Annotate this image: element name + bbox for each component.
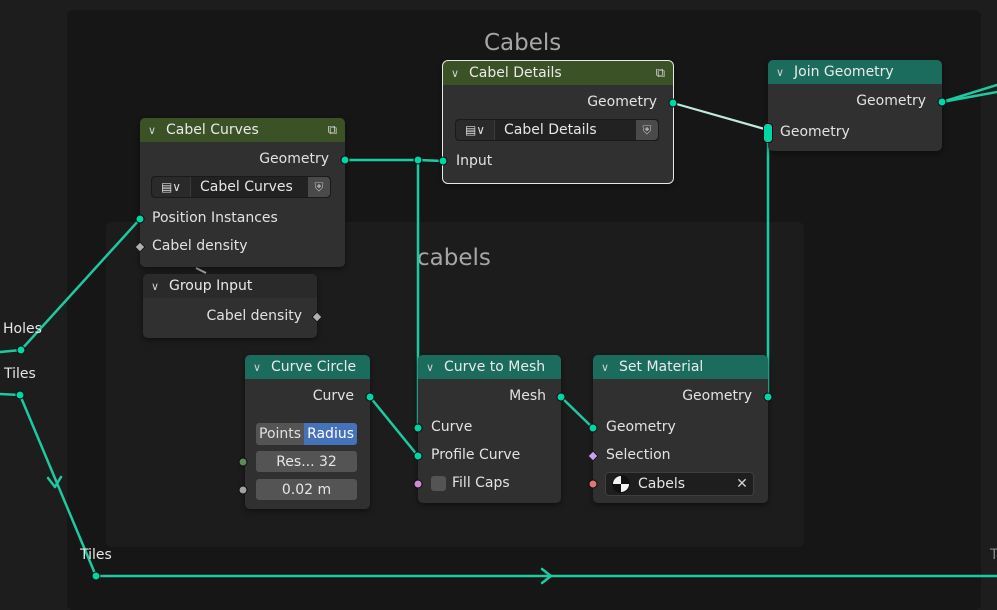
socket-output-geometry[interactable] — [763, 392, 773, 402]
link-mesh-to-set-material — [559, 395, 595, 430]
node-set-material[interactable]: ∨ Set Material Geometry Geometry Selecti… — [593, 355, 768, 503]
input-geometry-label: Geometry — [606, 419, 676, 435]
mode-radius-button[interactable]: Radius — [304, 423, 358, 445]
node-title: Cabel Curves — [166, 122, 259, 138]
input-position-label: Position Instances — [152, 210, 278, 226]
socket-input-fill-caps[interactable] — [413, 479, 423, 489]
node-title: Cabel Details — [469, 65, 562, 81]
close-icon[interactable]: ✕ — [731, 476, 753, 492]
chevron-down-icon[interactable]: ∨ — [151, 280, 165, 293]
input-density-label: Cabel density — [152, 238, 248, 254]
socket-input-radius[interactable] — [238, 485, 248, 495]
fill-caps-checkbox[interactable] — [431, 476, 446, 491]
socket-output-geometry[interactable] — [340, 155, 350, 165]
node-header[interactable]: ∨ Join Geometry — [768, 60, 942, 84]
shield-icon[interactable]: ⛨ — [636, 120, 658, 140]
reroute-label-tiles: Tiles — [80, 547, 112, 563]
socket-input-profile-curve[interactable] — [413, 451, 423, 461]
node-group-input[interactable]: ∨ Group Input Cabel density — [143, 274, 317, 338]
node-group-selector[interactable]: ▤∨ Cabel Details ⛨ — [455, 119, 659, 141]
reroute-label-tiles: Tiles — [4, 366, 36, 382]
socket-input-geometry-multi[interactable] — [763, 123, 773, 143]
chevron-down-icon[interactable]: ∨ — [253, 361, 267, 374]
reroute-holes[interactable] — [16, 345, 26, 355]
socket-output-geometry[interactable] — [937, 97, 947, 107]
socket-output-curve[interactable] — [365, 392, 375, 402]
node-curve-circle[interactable]: ∨ Curve Circle Curve Points Radius Res..… — [245, 355, 370, 509]
node-title: Set Material — [619, 359, 704, 375]
socket-output-mesh[interactable] — [556, 392, 566, 402]
material-ball-icon — [612, 475, 630, 493]
output-geometry-label: Geometry — [259, 151, 329, 167]
input-curve-label: Curve — [431, 419, 473, 435]
material-selector[interactable]: Cabels ✕ — [605, 472, 754, 496]
mode-points-button[interactable]: Points — [256, 423, 305, 445]
output-curve-label: Curve — [312, 388, 354, 404]
node-tree-icon[interactable]: ▤∨ — [152, 177, 191, 197]
output-geometry-label: Geometry — [856, 93, 926, 109]
node-join-geometry[interactable]: ∨ Join Geometry Geometry Geometry — [768, 60, 942, 151]
mode-toggle[interactable]: Points Radius — [256, 423, 358, 445]
node-tree-icon[interactable]: ▤∨ — [456, 120, 495, 140]
node-group-selector[interactable]: ▤∨ Cabel Curves ⛨ — [151, 176, 331, 198]
input-geometry-label: Geometry — [780, 124, 850, 140]
input-profile-curve-label: Profile Curve — [431, 447, 521, 463]
material-name[interactable]: Cabels — [638, 476, 731, 492]
node-tree-icon: ⧉ — [327, 123, 337, 138]
node-cabel-details[interactable]: ∨ Cabel Details ⧉ Geometry ▤∨ Cabel Deta… — [442, 60, 674, 184]
link-details-to-join — [672, 101, 769, 132]
chevron-down-icon[interactable]: ∨ — [601, 361, 615, 374]
node-title: Curve Circle — [271, 359, 357, 375]
socket-input-position[interactable] — [135, 214, 145, 224]
chevron-down-icon[interactable]: ∨ — [426, 361, 440, 374]
node-cabel-curves[interactable]: ∨ Cabel Curves ⧉ Geometry ▤∨ Cabel Curve… — [140, 118, 345, 267]
chevron-down-icon[interactable]: ∨ — [451, 67, 465, 80]
reroute-tiles[interactable] — [15, 390, 25, 400]
input-selection-label: Selection — [606, 447, 671, 463]
shield-icon[interactable]: ⛨ — [308, 177, 330, 197]
node-title: Group Input — [169, 278, 253, 294]
node-header[interactable]: ∨ Curve to Mesh — [418, 355, 561, 379]
output-geometry-label: Geometry — [587, 94, 657, 110]
node-curve-to-mesh[interactable]: ∨ Curve to Mesh Mesh Curve Profile Curve… — [418, 355, 561, 503]
node-header[interactable]: ∨ Set Material — [593, 355, 768, 379]
reroute-geometry[interactable] — [413, 155, 423, 165]
input-fill-caps-label: Fill Caps — [452, 475, 510, 491]
socket-input-resolution[interactable] — [238, 457, 248, 467]
socket-input-curve[interactable] — [413, 423, 423, 433]
chevron-down-icon[interactable]: ∨ — [148, 124, 162, 137]
socket-output-geometry[interactable] — [668, 98, 678, 108]
node-title: Curve to Mesh — [444, 359, 546, 375]
node-header[interactable]: ∨ Cabel Details ⧉ — [443, 61, 673, 85]
socket-input-geometry[interactable] — [588, 423, 598, 433]
output-density-label: Cabel density — [206, 308, 302, 324]
node-header[interactable]: ∨ Curve Circle — [245, 355, 370, 379]
node-group-name[interactable]: Cabel Curves — [191, 177, 308, 197]
node-header[interactable]: ∨ Cabel Curves ⧉ — [140, 118, 345, 142]
link-density — [195, 267, 207, 274]
node-group-name[interactable]: Cabel Details — [495, 120, 636, 140]
chevron-down-icon[interactable]: ∨ — [776, 66, 790, 79]
node-tree-icon: ⧉ — [655, 66, 665, 81]
socket-input-material[interactable] — [588, 479, 598, 489]
link-circle-to-profile — [368, 395, 420, 458]
resolution-field[interactable]: Res... 32 — [256, 451, 357, 472]
output-geometry-label: Geometry — [682, 388, 752, 404]
radius-field[interactable]: 0.02 m — [256, 479, 357, 500]
reroute-label-holes: Holes — [3, 321, 42, 337]
output-mesh-label: Mesh — [509, 388, 546, 404]
node-title: Join Geometry — [794, 64, 894, 80]
reroute-tiles-bottom[interactable] — [91, 571, 101, 581]
input-label: Input — [456, 153, 493, 169]
reroute-label-edge: T — [990, 547, 997, 563]
node-header[interactable]: ∨ Group Input — [143, 274, 317, 298]
socket-input[interactable] — [438, 156, 448, 166]
